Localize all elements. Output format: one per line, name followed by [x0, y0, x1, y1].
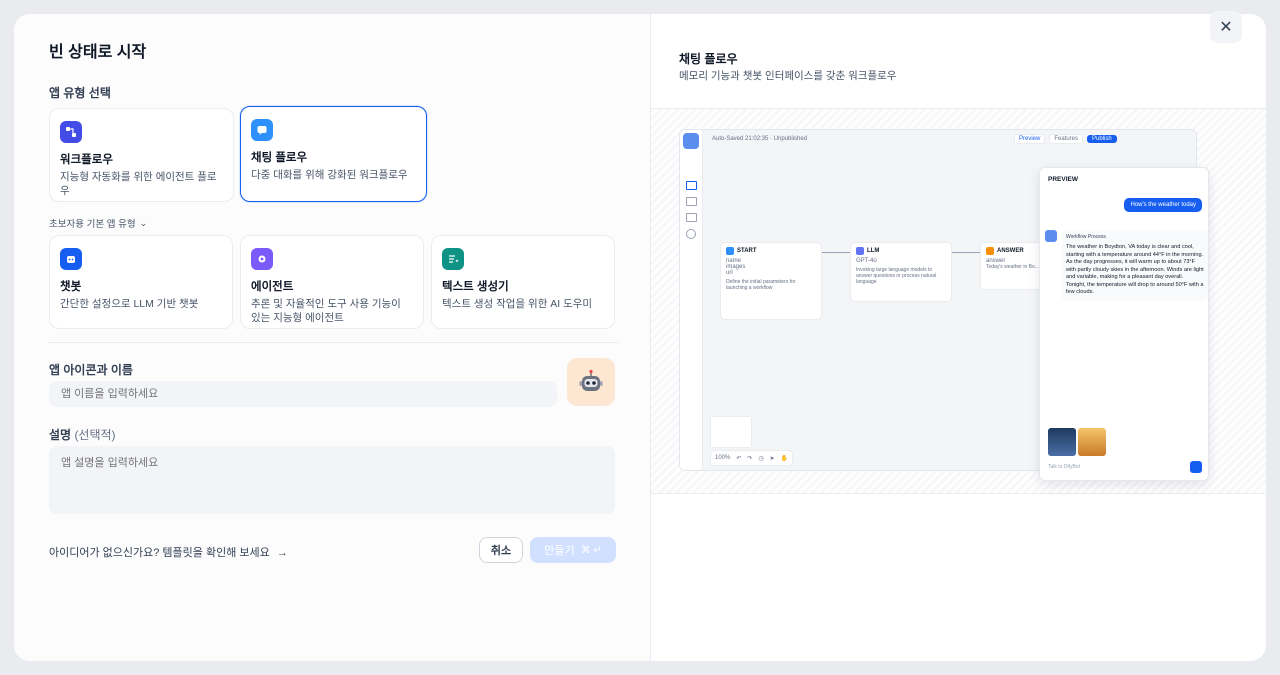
edge [952, 252, 980, 253]
preview-panel: 채팅 플로우 메모리 기능과 챗봇 인터페이스를 갖춘 워크플로우 Auto-S… [650, 14, 1266, 661]
app-icon-picker[interactable] [567, 358, 615, 406]
pointer-icon[interactable]: ➤ [770, 455, 775, 462]
create-button[interactable]: 만들기 ⌘ ↵ [530, 537, 616, 563]
card-description: 텍스트 생성 작업을 위한 AI 도우미 [442, 298, 593, 310]
workflow-process-badge[interactable]: Workflow Process [1066, 234, 1204, 240]
node-model: GPT-4o [856, 258, 877, 264]
create-app-dialog: 빈 상태로 시작 앱 유형 선택 워크플로우 지능형 자동화를 위한 에이전트 … [14, 14, 1266, 661]
template-link-label: 아이디어가 없으신가요? 템플릿을 확인해 보세요 [49, 547, 270, 559]
send-icon[interactable] [1190, 461, 1202, 473]
zoom-toolbar: 100% ↶ ↷ ◷ ➤ ✋ [710, 450, 794, 466]
app-name-input[interactable] [49, 381, 557, 407]
agent-icon [251, 248, 273, 270]
app-type-card-chatflow[interactable]: 채팅 플로우 다중 대화를 위해 강화된 워크플로우 [240, 106, 427, 202]
start-node-icon [726, 247, 734, 255]
node-title: LLM [867, 248, 880, 254]
redo-icon[interactable]: ↷ [747, 455, 752, 462]
edge [822, 252, 850, 253]
node-desc: Invoking large language models to answer… [856, 267, 937, 285]
preview-title: 채팅 플로우 [679, 52, 738, 66]
card-description: 지능형 자동화를 위한 에이전트 플로우 [60, 171, 217, 197]
chevron-down-icon: ⌄ [139, 217, 148, 228]
chat-preview-panel: PREVIEW How's the weather today Workflow… [1039, 167, 1209, 481]
description-section-label: 설명 (선택적) [49, 426, 116, 443]
canvas-sidebar [680, 130, 703, 470]
node-desc: Define the initial parameters for launch… [726, 279, 796, 291]
bot-message: Workflow Process The weather in Boydton,… [1062, 230, 1208, 301]
monitor-nav-icon [686, 213, 697, 222]
attached-image[interactable] [1048, 428, 1076, 456]
answer-node-icon [986, 247, 994, 255]
llm-node-icon [856, 247, 864, 255]
workflow-nav-icon [686, 181, 697, 190]
app-type-card-agent[interactable]: 에이전트 추론 및 자율적인 도구 사용 기능이 있는 지능형 에이전트 [240, 235, 424, 329]
preview-subtitle: 메모리 기능과 챗봇 인터페이스를 갖춘 워크플로우 [679, 70, 897, 82]
card-description: 추론 및 자율적인 도구 사용 기능이 있는 지능형 에이전트 [251, 298, 401, 324]
logs-nav-icon [686, 197, 697, 206]
card-title: 챗봇 [60, 281, 82, 293]
text-generator-icon [442, 248, 464, 270]
chatflow-icon [251, 119, 273, 141]
chat-input[interactable]: Talk to DifyBot [1048, 464, 1080, 470]
robot-icon [579, 369, 603, 391]
features-button[interactable]: Features [1049, 134, 1084, 144]
undo-icon[interactable]: ↶ [736, 455, 741, 462]
shortcut-hint: ⌘ ↵ [580, 544, 602, 556]
app-type-card-workflow[interactable]: 워크플로우 지능형 자동화를 위한 에이전트 플로우 [49, 108, 234, 202]
app-type-card-text-generator[interactable]: 텍스트 생성기 텍스트 생성 작업을 위한 AI 도우미 [431, 235, 615, 329]
zoom-level[interactable]: 100% [715, 455, 730, 461]
minimap[interactable] [710, 416, 752, 448]
card-title: 채팅 플로우 [251, 152, 308, 164]
node-var: url [726, 270, 733, 276]
hand-icon[interactable]: ✋ [781, 455, 788, 462]
create-form-panel: 빈 상태로 시작 앱 유형 선택 워크플로우 지능형 자동화를 위한 에이전트 … [14, 14, 650, 661]
beginner-label: 초보자용 기본 앱 유형 [49, 219, 136, 230]
preview-button[interactable]: Preview [1014, 134, 1046, 144]
chat-preview-header: PREVIEW [1048, 176, 1078, 183]
close-icon: ✕ [1219, 19, 1233, 36]
user-message: How's the weather today [1124, 198, 1202, 212]
arrow-right-icon: → [276, 547, 288, 559]
template-link[interactable]: 아이디어가 없으신가요? 템플릿을 확인해 보세요 → [49, 544, 288, 560]
cancel-button[interactable]: 취소 [479, 537, 523, 563]
bot-avatar-icon [1045, 230, 1057, 242]
divider [49, 342, 619, 343]
card-title: 텍스트 생성기 [442, 281, 509, 293]
name-section-label: 앱 아이콘과 이름 [49, 363, 133, 377]
card-description: 다중 대화를 위해 강화된 워크플로우 [251, 169, 408, 181]
chatbot-icon [60, 248, 82, 270]
description-label: 설명 [49, 428, 72, 442]
app-type-label: 앱 유형 선택 [49, 86, 111, 100]
answer-node: ANSWER answer Today's weather in Bo... [980, 242, 1046, 290]
start-node: START name images url Define the initial… [720, 242, 822, 320]
optional-hint: (선택적) [74, 428, 116, 442]
node-title: ANSWER [997, 248, 1024, 254]
dialog-title: 빈 상태로 시작 [49, 44, 147, 61]
card-description: 간단한 설정으로 LLM 기반 챗봇 [60, 298, 199, 310]
autosave-status: Auto-Saved 21:02:35 · Unpublished [712, 136, 808, 142]
publish-button[interactable]: Publish [1087, 135, 1117, 143]
create-label: 만들기 [544, 545, 575, 557]
card-title: 에이전트 [251, 281, 294, 293]
api-nav-icon [686, 229, 696, 239]
close-button[interactable]: ✕ [1210, 11, 1242, 43]
card-title: 워크플로우 [60, 154, 113, 166]
history-icon[interactable]: ◷ [758, 455, 763, 462]
attached-image[interactable] [1078, 428, 1106, 456]
workflow-icon [60, 121, 82, 143]
canvas-toolbar: Preview Features Publish [1014, 134, 1117, 144]
app-type-card-chatbot[interactable]: 챗봇 간단한 설정으로 LLM 기반 챗봇 [49, 235, 233, 329]
app-description-input[interactable] [49, 446, 615, 514]
preview-image-area: Auto-Saved 21:02:35 · Unpublished Previe… [651, 108, 1266, 494]
node-title: START [737, 248, 757, 254]
beginner-app-types-toggle[interactable]: 초보자용 기본 앱 유형 ⌄ [49, 216, 148, 231]
node-text: Today's weather in Bo... [986, 264, 1039, 270]
app-logo-icon [683, 133, 699, 149]
bot-reply-text: The weather in Boydton, VA today is clea… [1066, 244, 1204, 295]
llm-node: LLM GPT-4o Invoking large language model… [850, 242, 952, 302]
